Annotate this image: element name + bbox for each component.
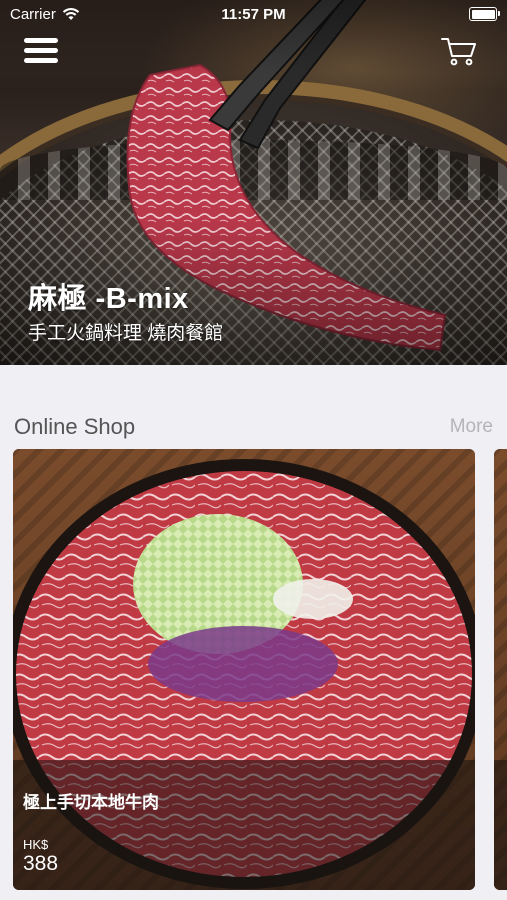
more-link[interactable]: More: [450, 416, 493, 438]
battery-icon: [469, 7, 500, 21]
restaurant-subtitle: 手工火鍋料理 燒肉餐館: [28, 323, 224, 344]
product-price: 388: [23, 852, 59, 875]
product-name: 極上手切本地牛肉: [23, 793, 159, 812]
product-card-next[interactable]: [494, 449, 507, 890]
product-card[interactable]: 極上手切本地牛肉 HK$ 388: [13, 449, 475, 890]
restaurant-name: 麻極 -B-mix: [28, 283, 189, 315]
product-info-overlay: [494, 760, 507, 890]
product-info-overlay: 極上手切本地牛肉 HK$ 388: [13, 760, 475, 890]
product-currency: HK$: [23, 837, 49, 852]
hamburger-menu-icon[interactable]: [24, 38, 58, 68]
status-bar: Carrier 11:57 PM: [0, 0, 507, 30]
online-shop-heading: Online Shop: [14, 414, 136, 439]
app-screen: Carrier 11:57 PM 麻極 -B-mix 手工火鍋料理 燒肉餐館 O…: [0, 0, 507, 900]
shopping-cart-icon[interactable]: [441, 36, 477, 68]
status-time: 11:57 PM: [221, 6, 286, 23]
